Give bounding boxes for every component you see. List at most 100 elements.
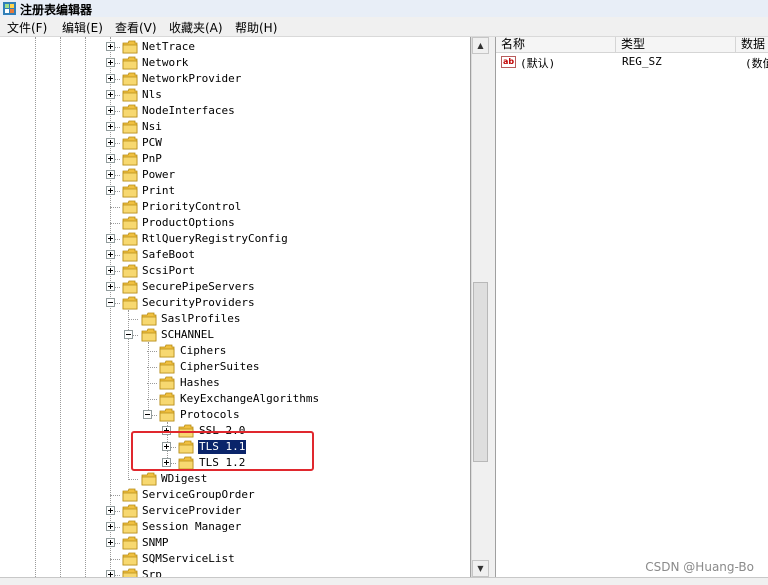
column-header-type[interactable]: 类型: [616, 37, 736, 53]
expand-icon[interactable]: [106, 570, 115, 577]
expand-icon[interactable]: [106, 250, 115, 259]
tree-node[interactable]: ServiceProvider: [0, 503, 470, 519]
tree-node[interactable]: SecurePipeServers: [0, 279, 470, 295]
tree-node[interactable]: NodeInterfaces: [0, 103, 470, 119]
expand-icon[interactable]: [106, 186, 115, 195]
tree-node-label[interactable]: SecurityProviders: [141, 296, 256, 310]
tree-node-label[interactable]: PCW: [141, 136, 163, 150]
registry-key-tree[interactable]: NetTrace Network NetworkProvider Nls NodeInt…: [0, 37, 471, 577]
tree-node[interactable]: SCHANNEL: [0, 327, 470, 343]
column-header-name[interactable]: 名称: [496, 37, 616, 53]
expand-icon[interactable]: [106, 234, 115, 243]
tree-node-label[interactable]: SecurePipeServers: [141, 280, 256, 294]
tree-node[interactable]: PnP: [0, 151, 470, 167]
menu-view[interactable]: 查看(V): [113, 19, 159, 36]
tree-node[interactable]: PCW: [0, 135, 470, 151]
tree-node-label[interactable]: ScsiPort: [141, 264, 196, 278]
tree-node-label[interactable]: Hashes: [179, 376, 221, 390]
menu-help[interactable]: 帮助(H): [233, 19, 279, 36]
expand-icon[interactable]: [106, 138, 115, 147]
tree-node[interactable]: RtlQueryRegistryConfig: [0, 231, 470, 247]
tree-node-label[interactable]: NetTrace: [141, 40, 196, 54]
tree-node[interactable]: NetTrace: [0, 39, 470, 55]
tree-node-label[interactable]: SNMP: [141, 536, 170, 550]
values-list[interactable]: 名称 类型 数据 ab (默认) REG_SZ (数值: [495, 37, 768, 577]
tree-node[interactable]: Ciphers: [0, 343, 470, 359]
tree-node[interactable]: ServiceGroupOrder: [0, 487, 470, 503]
tree-node[interactable]: Protocols: [0, 407, 470, 423]
tree-node-label[interactable]: Nsi: [141, 120, 163, 134]
tree-node[interactable]: Nsi: [0, 119, 470, 135]
tree-node[interactable]: NetworkProvider: [0, 71, 470, 87]
value-name[interactable]: (默认): [520, 55, 555, 71]
tree-node-label[interactable]: Session Manager: [141, 520, 242, 534]
tree-node-label[interactable]: SQMServiceList: [141, 552, 236, 566]
tree-node[interactable]: Srp: [0, 567, 470, 577]
tree-node-label[interactable]: NodeInterfaces: [141, 104, 236, 118]
tree-node[interactable]: Hashes: [0, 375, 470, 391]
tree-node[interactable]: SNMP: [0, 535, 470, 551]
scroll-up-button[interactable]: ▲: [472, 37, 489, 54]
expand-icon[interactable]: [106, 154, 115, 163]
expand-icon[interactable]: [106, 90, 115, 99]
tree-node[interactable]: ProductOptions: [0, 215, 470, 231]
tree-node-label[interactable]: CipherSuites: [179, 360, 260, 374]
tree-node[interactable]: Nls: [0, 87, 470, 103]
tree-node-label[interactable]: ServiceProvider: [141, 504, 242, 518]
tree-node-label[interactable]: Print: [141, 184, 176, 198]
tree-node-label[interactable]: Nls: [141, 88, 163, 102]
scroll-thumb[interactable]: [473, 282, 488, 462]
tree-node[interactable]: Session Manager: [0, 519, 470, 535]
tree-node-label[interactable]: SafeBoot: [141, 248, 196, 262]
tree-node[interactable]: SecurityProviders: [0, 295, 470, 311]
menu-favorites[interactable]: 收藏夹(A): [167, 19, 225, 36]
tree-node-label[interactable]: Network: [141, 56, 189, 70]
tree-node[interactable]: Network: [0, 55, 470, 71]
tree-node-label[interactable]: WDigest: [160, 472, 208, 486]
menu-edit[interactable]: 编辑(E): [60, 19, 105, 36]
scroll-down-button[interactable]: ▼: [472, 560, 489, 577]
expand-icon[interactable]: [106, 58, 115, 67]
tree-node[interactable]: SafeBoot: [0, 247, 470, 263]
tree-node-label[interactable]: Ciphers: [179, 344, 227, 358]
tree-node-label[interactable]: SCHANNEL: [160, 328, 215, 342]
tree-node[interactable]: Print: [0, 183, 470, 199]
column-header-data[interactable]: 数据: [736, 37, 768, 53]
tree-node[interactable]: CipherSuites: [0, 359, 470, 375]
expand-icon[interactable]: [106, 74, 115, 83]
menu-file[interactable]: 文件(F): [5, 19, 49, 36]
expand-icon[interactable]: [106, 266, 115, 275]
tree-node[interactable]: WDigest: [0, 471, 470, 487]
expand-icon[interactable]: [106, 42, 115, 51]
tree-node-label[interactable]: NetworkProvider: [141, 72, 242, 86]
tree-node-label[interactable]: Power: [141, 168, 176, 182]
tree-node[interactable]: ScsiPort: [0, 263, 470, 279]
title-bar: 注册表编辑器: [0, 0, 768, 17]
collapse-icon[interactable]: [143, 410, 152, 419]
tree-scrollbar[interactable]: ▲ ▼: [471, 37, 489, 577]
expand-icon[interactable]: [106, 170, 115, 179]
expand-icon[interactable]: [106, 522, 115, 531]
tree-node[interactable]: SQMServiceList: [0, 551, 470, 567]
tree-node[interactable]: KeyExchangeAlgorithms: [0, 391, 470, 407]
tree-node-label[interactable]: ServiceGroupOrder: [141, 488, 256, 502]
tree-node-label[interactable]: Protocols: [179, 408, 241, 422]
tree-node-label[interactable]: KeyExchangeAlgorithms: [179, 392, 320, 406]
tree-node[interactable]: SaslProfiles: [0, 311, 470, 327]
expand-icon[interactable]: [106, 106, 115, 115]
expand-icon[interactable]: [106, 282, 115, 291]
expand-icon[interactable]: [106, 122, 115, 131]
tree-node[interactable]: PriorityControl: [0, 199, 470, 215]
expand-icon[interactable]: [106, 538, 115, 547]
folder-icon: [122, 72, 138, 86]
expand-icon[interactable]: [106, 506, 115, 515]
tree-node-label[interactable]: Srp: [141, 568, 163, 577]
tree-node-label[interactable]: PnP: [141, 152, 163, 166]
collapse-icon[interactable]: [106, 298, 115, 307]
tree-node-label[interactable]: SaslProfiles: [160, 312, 241, 326]
tree-node-label[interactable]: PriorityControl: [141, 200, 242, 214]
collapse-icon[interactable]: [124, 330, 133, 339]
tree-node-label[interactable]: ProductOptions: [141, 216, 236, 230]
tree-node[interactable]: Power: [0, 167, 470, 183]
tree-node-label[interactable]: RtlQueryRegistryConfig: [141, 232, 289, 246]
